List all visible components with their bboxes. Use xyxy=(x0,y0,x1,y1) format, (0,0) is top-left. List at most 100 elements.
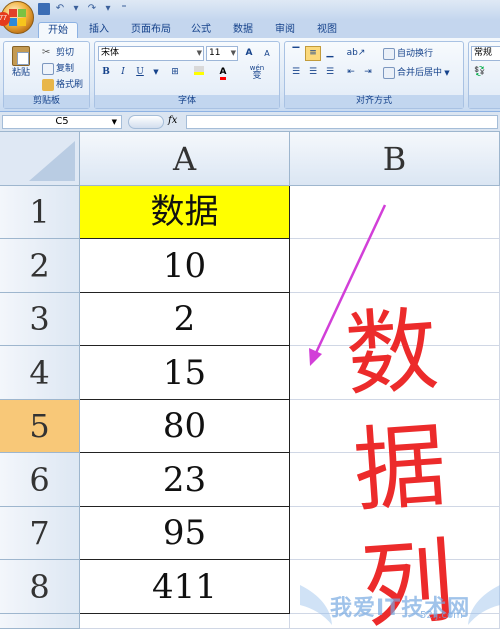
insert-function-button[interactable]: fx xyxy=(168,115,177,126)
row-header-3[interactable]: 3 xyxy=(0,293,80,346)
merge-center-button[interactable]: 合并后居中 ▼ xyxy=(383,66,450,80)
clipboard-group-label: 剪贴板 xyxy=(4,95,89,108)
tab-page-layout[interactable]: 页面布局 xyxy=(124,22,178,38)
paste-label: 粘贴 xyxy=(11,68,30,78)
quick-access-toolbar: ↶ ▾ ↷ ▾ ⁼ xyxy=(38,3,130,15)
row-header-5[interactable]: 5 xyxy=(0,400,80,453)
name-box-value: C5 xyxy=(55,116,69,127)
row-header-6[interactable]: 6 xyxy=(0,453,80,507)
format-painter-label: 格式刷 xyxy=(56,80,84,90)
wrap-text-label: 自动换行 xyxy=(397,49,434,59)
grow-font-icon: A xyxy=(245,48,253,58)
copy-icon xyxy=(42,62,54,75)
wrap-text-button[interactable]: 自动换行 xyxy=(383,47,433,61)
formula-input[interactable] xyxy=(186,115,498,129)
align-bottom-button[interactable]: ▁ xyxy=(322,46,338,61)
dropdown-chevron-icon[interactable]: ▾ xyxy=(70,3,82,15)
chevron-down-icon: ▼ xyxy=(196,49,202,57)
cell-a2[interactable]: 10 xyxy=(80,239,290,293)
font-color-icon: A xyxy=(219,67,227,80)
cell-a8[interactable]: 411 xyxy=(80,560,290,614)
tab-formulas[interactable]: 公式 xyxy=(186,22,216,38)
borders-button[interactable]: ⊞ xyxy=(167,65,183,80)
chevron-down-icon: ▼ xyxy=(230,49,236,57)
select-all-triangle-icon xyxy=(29,141,75,181)
undo-icon[interactable]: ↶ xyxy=(54,3,66,15)
save-icon[interactable] xyxy=(38,3,50,15)
wrap-text-icon xyxy=(383,47,395,60)
cell-a5[interactable]: 80 xyxy=(80,400,290,453)
align-top-button[interactable]: ▔ xyxy=(288,46,304,61)
format-painter-button[interactable]: 格式刷 xyxy=(42,78,83,92)
paste-icon xyxy=(12,46,30,66)
paste-button[interactable]: 粘贴 xyxy=(8,46,34,86)
font-color-button[interactable]: A xyxy=(215,65,231,80)
fill-color-button[interactable] xyxy=(191,65,207,80)
column-header-a[interactable]: A xyxy=(80,132,290,186)
row-header-9[interactable] xyxy=(0,614,80,629)
increase-indent-button[interactable]: ⇥ xyxy=(360,65,376,80)
name-box[interactable]: C5 ▼ xyxy=(2,115,122,129)
row-header-1[interactable]: 1 xyxy=(0,186,80,239)
cell-a7[interactable]: 95 xyxy=(80,507,290,560)
align-middle-button[interactable]: ≡ xyxy=(305,46,321,61)
underline-icon: U xyxy=(136,67,144,77)
cell-a6[interactable]: 23 xyxy=(80,453,290,507)
phonetic-button[interactable]: wén 变 xyxy=(245,64,269,81)
font-size-select[interactable]: 11 ▼ xyxy=(206,46,238,61)
office-logo-icon xyxy=(8,8,27,27)
chevron-down-icon: ▼ xyxy=(442,69,450,77)
orientation-icon: ab↗ xyxy=(346,48,366,58)
dropdown-chevron-icon[interactable]: ▾ xyxy=(102,3,114,15)
font-name-select[interactable]: 宋体 ▼ xyxy=(98,46,204,61)
phonetic-icon: 变 xyxy=(252,71,262,81)
copy-label: 复制 xyxy=(56,64,75,74)
align-right-icon: ☰ xyxy=(325,67,335,77)
accounting-format-button[interactable]: 💱 xyxy=(472,65,488,80)
font-size-value: 11 xyxy=(209,48,221,58)
number-format-select[interactable]: 常规 xyxy=(471,46,500,61)
alignment-group: ▔ ≡ ▁ ab↗ 自动换行 ☰ ☰ ☰ ⇤ ⇥ 合并后居中 ▼ 对齐方式 xyxy=(284,41,464,109)
font-group-label: 字体 xyxy=(95,95,279,108)
row-header-7[interactable]: 7 xyxy=(0,507,80,560)
cell-b2[interactable] xyxy=(290,239,500,293)
number-group: 常规 💱 xyxy=(468,41,500,109)
redo-icon[interactable]: ↷ xyxy=(86,3,98,15)
align-left-button[interactable]: ☰ xyxy=(288,65,304,80)
formula-bar: C5 ▼ fx xyxy=(0,112,500,132)
decrease-indent-button[interactable]: ⇤ xyxy=(343,65,359,80)
cell-a9[interactable] xyxy=(80,614,290,629)
underline-button[interactable]: U xyxy=(132,65,148,80)
align-right-button[interactable]: ☰ xyxy=(322,65,338,80)
tab-view[interactable]: 视图 xyxy=(312,22,342,38)
cell-b1[interactable] xyxy=(290,186,500,239)
underline-dropdown[interactable]: ▼ xyxy=(148,65,164,80)
cell-a4[interactable]: 15 xyxy=(80,346,290,400)
alignment-group-label: 对齐方式 xyxy=(285,95,463,108)
shrink-font-button[interactable]: A xyxy=(259,46,275,61)
tab-insert[interactable]: 插入 xyxy=(82,22,116,38)
italic-button[interactable]: I xyxy=(115,65,131,80)
formula-bar-expander[interactable] xyxy=(128,115,164,129)
chevron-down-icon: ▼ xyxy=(153,68,159,76)
select-all-button[interactable] xyxy=(0,132,80,186)
shrink-font-icon: A xyxy=(264,49,270,58)
grow-font-button[interactable]: A xyxy=(241,46,257,61)
cut-button[interactable]: ✂ 剪切 xyxy=(42,46,74,60)
row-header-4[interactable]: 4 xyxy=(0,346,80,400)
tab-review[interactable]: 审阅 xyxy=(270,22,300,38)
column-header-b[interactable]: B xyxy=(290,132,500,186)
paint-bucket-icon xyxy=(194,66,204,75)
scissors-icon: ✂ xyxy=(42,46,51,58)
orientation-button[interactable]: ab↗ xyxy=(343,46,369,61)
row-header-8[interactable]: 8 xyxy=(0,560,80,614)
cell-a3[interactable]: 2 xyxy=(80,293,290,346)
copy-button[interactable]: 复制 xyxy=(42,62,74,76)
tab-home[interactable]: 开始 xyxy=(38,22,78,38)
tab-data[interactable]: 数据 xyxy=(228,22,258,38)
cell-a1[interactable]: 数据 xyxy=(80,186,290,239)
bold-button[interactable]: B xyxy=(98,65,114,80)
align-center-button[interactable]: ☰ xyxy=(305,65,321,80)
row-header-2[interactable]: 2 xyxy=(0,239,80,293)
customize-toolbar-icon[interactable]: ⁼ xyxy=(118,3,130,15)
